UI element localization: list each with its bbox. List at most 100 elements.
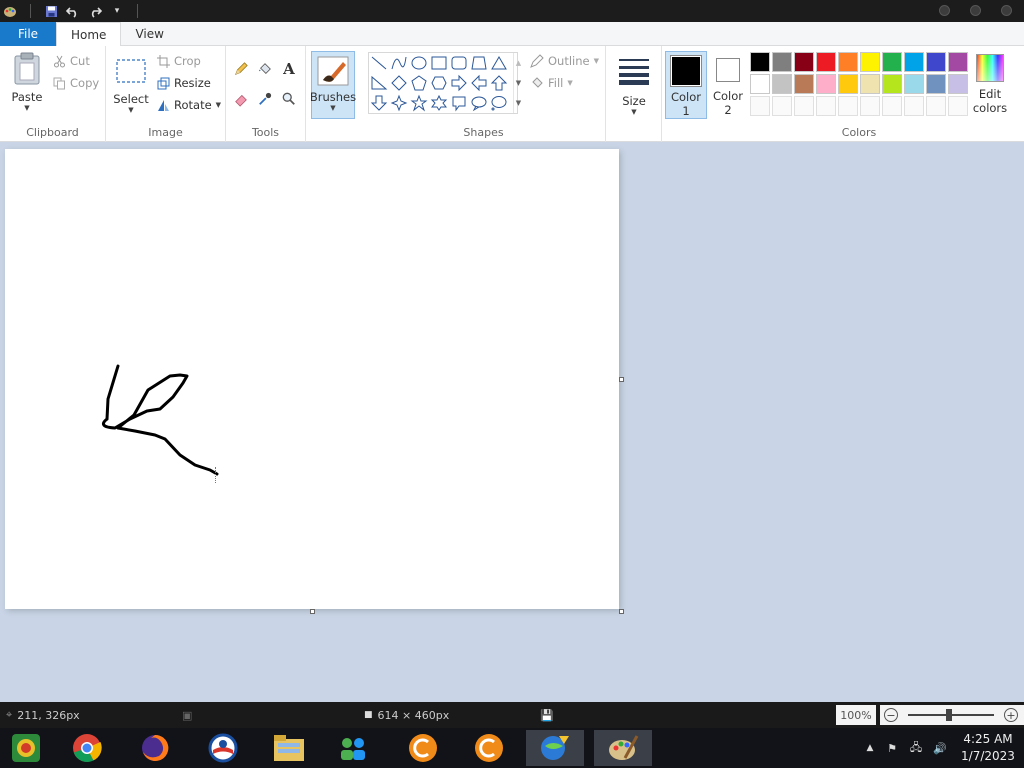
paint-icon[interactable]: [594, 730, 652, 766]
resize-handle-bottom[interactable]: [310, 609, 315, 614]
save-icon[interactable]: [43, 3, 59, 19]
palette-color-swatch[interactable]: [860, 52, 880, 72]
palette-color-swatch[interactable]: [750, 52, 770, 72]
resize-handle-corner[interactable]: [619, 609, 624, 614]
custom-color-slot[interactable]: [816, 96, 836, 116]
right-triangle-shape-icon[interactable]: [371, 75, 388, 90]
chevron-down-icon[interactable]: ▼: [516, 79, 521, 87]
line-shape-icon[interactable]: [371, 56, 387, 70]
minimize-button[interactable]: [939, 5, 950, 16]
clock[interactable]: 4:25 AM 1/7/2023: [952, 731, 1024, 765]
palette-color-swatch[interactable]: [750, 74, 770, 94]
zoom-out-button[interactable]: −: [884, 708, 898, 722]
custom-color-slot[interactable]: [948, 96, 968, 116]
close-button[interactable]: [1001, 5, 1012, 16]
palette-color-swatch[interactable]: [794, 52, 814, 72]
custom-color-slot[interactable]: [794, 96, 814, 116]
fill-bucket-button[interactable]: [258, 62, 272, 76]
outline-button[interactable]: Outline ▼: [530, 54, 599, 68]
custom-color-slot[interactable]: [904, 96, 924, 116]
six-point-star-shape-icon[interactable]: [430, 94, 448, 111]
tab-file[interactable]: File: [0, 22, 56, 46]
diamond-shape-icon[interactable]: [391, 75, 407, 91]
network-icon[interactable]: 🖧: [904, 739, 928, 758]
curve-shape-icon[interactable]: [391, 56, 407, 70]
customize-icon[interactable]: ▾: [109, 3, 125, 19]
brushes-button[interactable]: Brushes ▼: [310, 51, 356, 119]
left-arrow-shape-icon[interactable]: [471, 74, 487, 92]
size-button[interactable]: Size ▼: [614, 54, 654, 116]
obama-app-icon[interactable]: [194, 730, 252, 766]
shapes-scrollbar[interactable]: ▲ ▼ ▼: [513, 53, 523, 113]
canvas-workspace[interactable]: [0, 142, 1024, 702]
palette-color-swatch[interactable]: [772, 52, 792, 72]
ccleaner-alt-icon[interactable]: [460, 730, 518, 766]
palette-color-swatch[interactable]: [794, 74, 814, 94]
zoom-slider-thumb[interactable]: [946, 709, 952, 721]
oval-callout-shape-icon[interactable]: [471, 96, 487, 112]
fill-button[interactable]: Fill ▼: [530, 76, 573, 90]
palette-color-swatch[interactable]: [904, 52, 924, 72]
undo-icon[interactable]: [65, 3, 81, 19]
text-button[interactable]: A: [282, 60, 296, 78]
palette-color-swatch[interactable]: [816, 74, 836, 94]
rectangle-shape-icon[interactable]: [431, 56, 447, 70]
chrome-icon[interactable]: [58, 730, 116, 766]
show-hidden-icons-icon[interactable]: ▲: [860, 743, 880, 753]
color1-button[interactable]: Color 1: [665, 51, 707, 119]
palette-color-swatch[interactable]: [882, 74, 902, 94]
volume-icon[interactable]: 🔊: [928, 742, 952, 755]
rounded-callout-shape-icon[interactable]: [452, 96, 466, 112]
custom-color-slot[interactable]: [772, 96, 792, 116]
custom-color-slot[interactable]: [926, 96, 946, 116]
palette-color-swatch[interactable]: [904, 74, 924, 94]
rotate-button[interactable]: Rotate ▼: [156, 98, 221, 112]
color2-button[interactable]: Color 2: [709, 51, 747, 119]
tab-view[interactable]: View: [121, 22, 177, 46]
ccleaner-icon[interactable]: [394, 730, 452, 766]
resize-handle-right[interactable]: [619, 377, 624, 382]
copy-button[interactable]: Copy: [52, 76, 99, 90]
down-arrow-shape-icon[interactable]: [370, 95, 388, 111]
palette-color-swatch[interactable]: [926, 74, 946, 94]
custom-color-slot[interactable]: [838, 96, 858, 116]
paint-app-icon[interactable]: [2, 3, 18, 19]
palette-color-swatch[interactable]: [948, 74, 968, 94]
start-button[interactable]: [0, 730, 52, 766]
cloud-callout-shape-icon[interactable]: [491, 96, 507, 111]
internet-download-manager-icon[interactable]: [526, 730, 584, 766]
color-picker-button[interactable]: [258, 92, 272, 106]
cut-button[interactable]: Cut: [52, 54, 90, 68]
palette-color-swatch[interactable]: [882, 52, 902, 72]
palette-color-swatch[interactable]: [838, 74, 858, 94]
maximize-button[interactable]: [970, 5, 981, 16]
drawing-canvas[interactable]: [5, 149, 619, 609]
triangle-shape-icon[interactable]: [491, 56, 507, 70]
palette-color-swatch[interactable]: [816, 52, 836, 72]
five-point-star-shape-icon[interactable]: [410, 94, 428, 112]
eraser-button[interactable]: [234, 92, 248, 107]
hexagon-shape-icon[interactable]: [431, 76, 447, 90]
oval-shape-icon[interactable]: [411, 56, 427, 70]
edit-colors-button[interactable]: Edit colors: [970, 54, 1010, 115]
palette-color-swatch[interactable]: [838, 52, 858, 72]
tab-home[interactable]: Home: [56, 22, 122, 47]
polygon-shape-icon[interactable]: [471, 56, 487, 70]
select-button[interactable]: Select ▼: [110, 54, 152, 114]
resize-button[interactable]: Resize: [156, 76, 211, 90]
palette-color-swatch[interactable]: [948, 52, 968, 72]
file-explorer-icon[interactable]: [260, 730, 318, 766]
redo-icon[interactable]: [87, 3, 103, 19]
custom-color-slot[interactable]: [750, 96, 770, 116]
palette-color-swatch[interactable]: [772, 74, 792, 94]
expand-gallery-icon[interactable]: ▼: [516, 99, 521, 107]
crop-button[interactable]: Crop: [156, 54, 201, 68]
right-arrow-shape-icon[interactable]: [451, 74, 467, 92]
firefox-icon[interactable]: [126, 730, 184, 766]
custom-color-slot[interactable]: [860, 96, 880, 116]
paste-button[interactable]: Paste ▼: [8, 52, 46, 112]
palette-color-swatch[interactable]: [860, 74, 880, 94]
pentagon-shape-icon[interactable]: [411, 75, 427, 91]
up-arrow-shape-icon[interactable]: [490, 75, 508, 91]
four-point-star-shape-icon[interactable]: [390, 94, 408, 112]
